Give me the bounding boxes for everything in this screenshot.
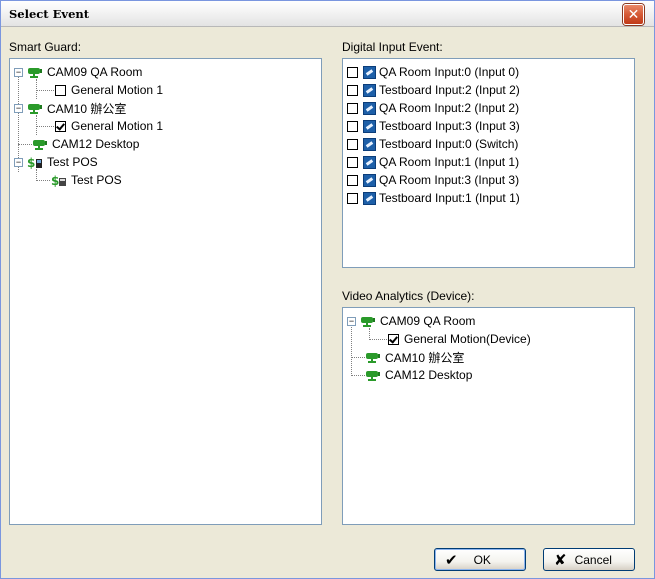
digital-input-label: Digital Input Event: [342,40,443,54]
checkbox[interactable] [347,120,358,132]
camera-icon [365,351,381,363]
collapse-icon[interactable]: − [347,316,356,326]
digital-input-icon [363,137,376,151]
tree-node-motion-cam10[interactable]: General Motion 1 [55,117,163,135]
list-item[interactable]: QA Room Input:0 (Input 0) [347,63,519,81]
list-item-label: Testboard Input:1 (Input 1) [379,191,520,205]
tree-node-motion-cam09[interactable]: General Motion 1 [55,81,163,99]
video-analytics-label: Video Analytics (Device): [342,289,475,303]
tree-node-cam12[interactable]: CAM12 Desktop [32,135,139,153]
tree-node-cam10[interactable]: CAM10 辦公室 [365,348,464,366]
collapse-icon[interactable]: − [14,157,23,167]
checkbox[interactable] [55,84,66,96]
window-title: Select Event [9,7,90,21]
cancel-button-label: Cancel [574,552,612,567]
list-item-label: Testboard Input:3 (Input 3) [379,119,520,133]
tree-node-test-pos-child[interactable]: $ Test POS [51,171,122,189]
close-button[interactable]: ✕ [623,4,644,25]
checkbox[interactable] [347,192,358,204]
svg-text:$: $ [27,156,35,169]
camera-icon [27,102,43,114]
digital-input-list[interactable]: QA Room Input:0 (Input 0) Testboard Inpu… [342,58,635,268]
tree-node-motion-device[interactable]: General Motion(Device) [388,330,531,348]
tree-node-label: CAM12 Desktop [385,368,473,382]
digital-input-icon [363,65,376,79]
tree-node-cam09[interactable]: − CAM09 QA Room [347,312,475,330]
list-item-label: QA Room Input:3 (Input 3) [379,173,520,187]
list-item-label: Testboard Input:2 (Input 2) [379,83,520,97]
list-item[interactable]: Testboard Input:0 (Switch) [347,135,518,153]
smart-guard-label: Smart Guard: [9,40,82,54]
tree-node-label: General Motion(Device) [404,332,531,346]
tree-node-label: CAM10 辦公室 [47,101,127,116]
tree-node-label: Test POS [47,155,98,169]
tree-node-label: Test POS [71,173,122,187]
tree-node-label: CAM10 辦公室 [385,350,465,365]
checkbox[interactable] [347,174,358,186]
title-bar: Select Event ✕ [1,1,654,27]
checkbox[interactable] [347,102,358,114]
list-item[interactable]: QA Room Input:3 (Input 3) [347,171,519,189]
tree-node-label: CAM12 Desktop [52,137,140,151]
ok-button[interactable]: ✔ OK [434,548,526,571]
tree-node-cam12[interactable]: CAM12 Desktop [365,366,472,384]
tree-node-label: CAM09 QA Room [380,314,476,328]
list-item[interactable]: Testboard Input:3 (Input 3) [347,117,520,135]
list-item[interactable]: QA Room Input:2 (Input 2) [347,99,519,117]
video-analytics-tree[interactable]: − CAM09 QA Room General Motion(Device) C… [342,307,635,525]
tree-node-label: General Motion 1 [71,119,164,133]
camera-icon [365,369,381,381]
camera-icon [360,315,376,327]
camera-icon [27,66,43,78]
pos-device-icon: $ [51,174,67,188]
list-item-label: QA Room Input:1 (Input 1) [379,155,520,169]
checkbox-checked[interactable] [55,120,66,132]
pos-terminal-icon: $ [27,156,43,170]
svg-text:$: $ [51,174,59,187]
select-event-dialog: Select Event ✕ Smart Guard: − CAM09 QA R… [0,0,655,579]
digital-input-icon [363,191,376,205]
checkbox-checked[interactable] [388,333,399,345]
close-icon: ✕ [627,6,640,22]
checkbox[interactable] [347,84,358,96]
checkbox[interactable] [347,156,358,168]
x-mark-icon: ✘ [554,551,567,569]
digital-input-icon [363,155,376,169]
ok-button-label: OK [473,552,491,567]
tree-node-test-pos[interactable]: − $ Test POS [14,153,98,171]
tree-node-label: General Motion 1 [71,83,164,97]
cancel-button[interactable]: ✘ Cancel [543,548,635,571]
list-item-label: QA Room Input:2 (Input 2) [379,101,520,115]
dialog-body: Smart Guard: − CAM09 QA Room General Mot… [1,28,654,578]
collapse-icon[interactable]: − [14,103,23,113]
digital-input-icon [363,101,376,115]
checkbox[interactable] [347,138,358,150]
list-item[interactable]: Testboard Input:1 (Input 1) [347,189,520,207]
tree-node-cam10[interactable]: − CAM10 辦公室 [14,99,126,117]
checkbox[interactable] [347,66,358,78]
list-item[interactable]: Testboard Input:2 (Input 2) [347,81,520,99]
smart-guard-tree[interactable]: − CAM09 QA Room General Motion 1 − CAM10… [9,58,322,525]
digital-input-icon [363,83,376,97]
digital-input-icon [363,119,376,133]
collapse-icon[interactable]: − [14,67,23,77]
list-item-label: Testboard Input:0 (Switch) [379,137,519,151]
tree-node-label: CAM09 QA Room [47,65,143,79]
digital-input-icon [363,173,376,187]
list-item[interactable]: QA Room Input:1 (Input 1) [347,153,519,171]
tree-node-cam09[interactable]: − CAM09 QA Room [14,63,142,81]
list-item-label: QA Room Input:0 (Input 0) [379,65,520,79]
camera-icon [32,138,48,150]
checkmark-icon: ✔ [445,551,458,569]
